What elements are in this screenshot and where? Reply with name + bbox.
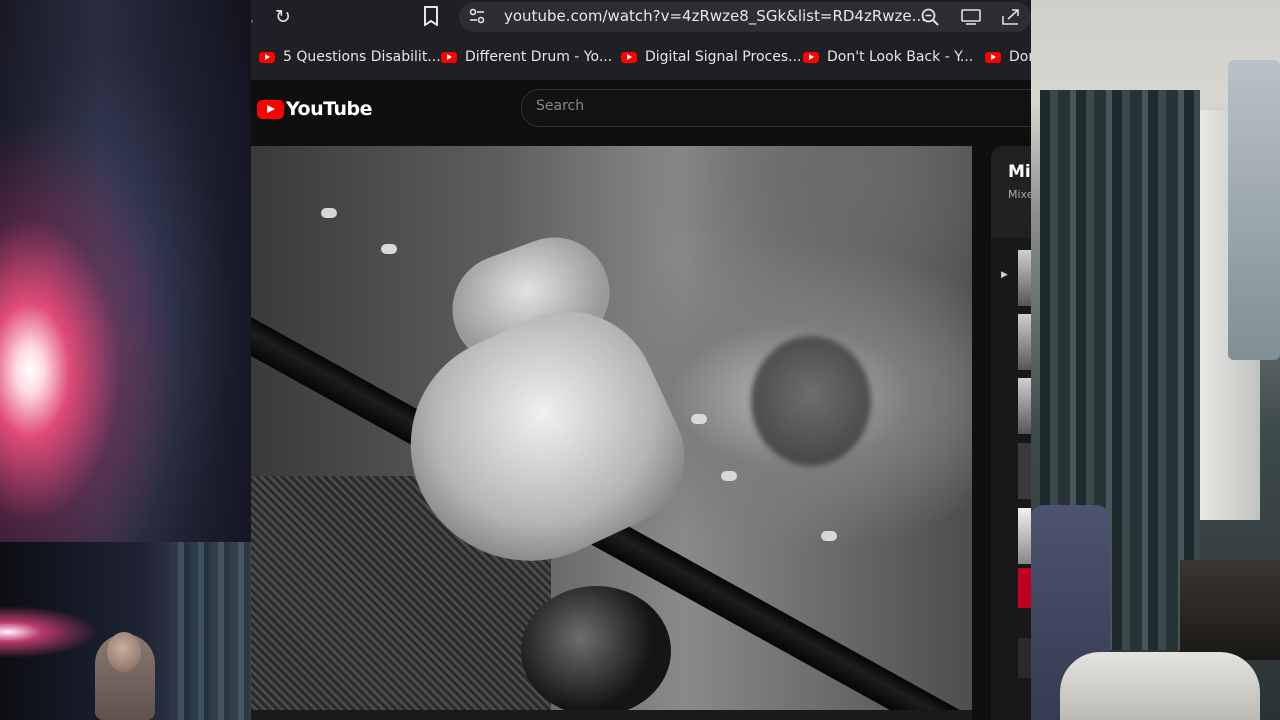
install-app-icon[interactable] <box>961 8 981 31</box>
video-clarinet-bell <box>521 586 671 716</box>
youtube-play-icon <box>257 99 284 119</box>
mug <box>1060 652 1260 720</box>
url-text[interactable]: youtube.com/watch?v=4zRwze8_SGk&list=RD4… <box>504 7 926 25</box>
youtube-favicon-icon <box>441 51 457 63</box>
youtube-logo-text: YouTube <box>286 98 372 120</box>
bookmark-label: Don't Look Back - Y... <box>827 49 974 65</box>
playlist-subtitle: Mixe <box>1008 188 1031 201</box>
bookmark-item[interactable]: 5 Questions Disabilit... <box>259 49 441 65</box>
bookmark-item[interactable]: Digital Signal Proces... <box>621 49 801 65</box>
bookmark-item[interactable]: Don't Look Back - Y... <box>803 49 973 65</box>
bookmark-label: Digital Signal Proces... <box>645 49 802 65</box>
bookmark-label: 5 Questions Disabilit... <box>283 49 441 65</box>
video-background-figure <box>751 336 871 466</box>
bookmark-label: Different Drum - Yo... <box>465 49 613 65</box>
playlist-item-thumbnail[interactable] <box>1018 314 1031 370</box>
pip-person-head <box>107 632 141 672</box>
playlist-title: Mi <box>1008 162 1031 182</box>
playlist-panel: Mi Mixe ▶ <box>991 146 1031 720</box>
playlist-item-thumbnail[interactable] <box>1018 378 1031 434</box>
browser-window: › ↻ youtube.com/watch?v=4zRwze8_SGk&list… <box>251 0 1031 720</box>
bookmark-label: Dor <box>1009 49 1031 65</box>
youtube-logo[interactable]: YouTube <box>257 98 372 120</box>
playlist-item-thumbnail[interactable] <box>1018 250 1031 306</box>
bookmark-icon[interactable] <box>423 6 439 31</box>
bookmark-item[interactable]: Dor <box>985 49 1031 65</box>
video-clarinet-key <box>691 414 707 424</box>
reload-icon[interactable]: ↻ <box>275 6 291 28</box>
video-clarinet-key <box>821 531 837 541</box>
site-info-icon[interactable] <box>469 8 485 29</box>
video-clarinet-key <box>321 208 337 218</box>
webcam-feed-left <box>0 0 251 542</box>
browser-toolbar: › ↻ youtube.com/watch?v=4zRwze8_SGk&list… <box>251 0 1031 36</box>
youtube-header: YouTube Search <box>251 80 1031 138</box>
youtube-favicon-icon <box>621 51 637 63</box>
youtube-favicon-icon <box>259 51 275 63</box>
bookmark-item[interactable]: Different Drum - Yo... <box>441 49 612 65</box>
now-playing-icon: ▶ <box>1001 270 1008 280</box>
playlist-item-thumbnail[interactable] <box>1018 638 1031 678</box>
search-placeholder: Search <box>536 98 585 114</box>
hanging-shirt <box>1228 60 1280 360</box>
video-clarinet-key <box>721 471 737 481</box>
playlist-list: ▶ <box>991 238 1031 720</box>
desk <box>1180 560 1280 660</box>
search-input[interactable]: Search <box>521 89 1031 127</box>
playlist-item-thumbnail[interactable] <box>1018 443 1031 499</box>
youtube-favicon-icon <box>803 51 819 63</box>
youtube-favicon-icon <box>985 51 1001 63</box>
video-clarinet-key <box>381 244 397 254</box>
share-icon[interactable] <box>1001 8 1021 31</box>
video-bottom-strip <box>251 710 972 720</box>
playlist-item-thumbnail[interactable] <box>1018 568 1031 608</box>
back-chevron-icon[interactable]: › <box>251 10 254 32</box>
bookmarks-bar: 5 Questions Disabilit... Different Drum … <box>251 36 1031 80</box>
playlist-item-thumbnail[interactable] <box>1018 508 1031 564</box>
video-player[interactable] <box>251 146 972 718</box>
